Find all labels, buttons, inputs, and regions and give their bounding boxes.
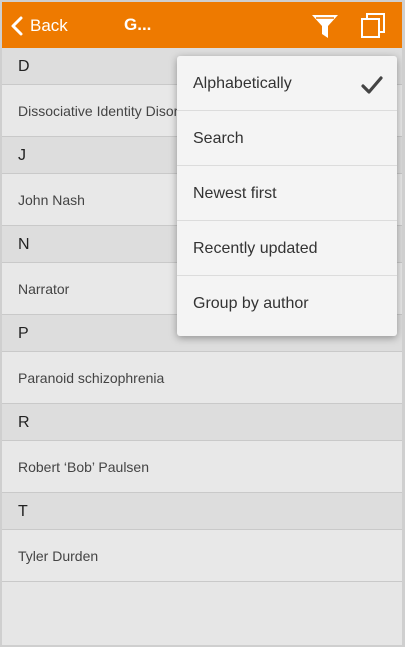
page-title: G... <box>124 15 152 34</box>
section-letter: J <box>18 147 26 164</box>
filter-button[interactable] <box>309 11 341 41</box>
menu-item-group-by-author[interactable]: Group by author <box>177 276 397 331</box>
section-header: T <box>2 493 402 530</box>
section-header: R <box>2 404 402 441</box>
section-letter: P <box>18 325 29 342</box>
menu-item-label: Recently updated <box>193 240 318 257</box>
sort-menu: Alphabetically Search Newest first Recen… <box>177 56 397 336</box>
list-item-label: Robert ‘Bob’ Paulsen <box>18 459 150 475</box>
top-bar: Back G... <box>2 2 402 48</box>
section-letter: N <box>18 236 30 253</box>
menu-item-label: Newest first <box>193 185 277 202</box>
chevron-left-icon <box>11 16 23 36</box>
back-label: Back <box>30 16 68 35</box>
menu-item-label: Search <box>193 130 244 147</box>
menu-item-label: Alphabetically <box>193 75 292 92</box>
menu-item-alphabetically[interactable]: Alphabetically <box>177 56 397 111</box>
menu-item-search[interactable]: Search <box>177 111 397 166</box>
list-item-label: Paranoid schizophrenia <box>18 370 165 386</box>
list-item-label: Tyler Durden <box>18 548 99 564</box>
menu-item-newest-first[interactable]: Newest first <box>177 166 397 221</box>
menu-item-recently-updated[interactable]: Recently updated <box>177 221 397 276</box>
list-item[interactable]: Robert ‘Bob’ Paulsen <box>2 441 402 493</box>
list-item-label: Dissociative Identity Disorder <box>18 103 199 119</box>
section-letter: T <box>18 503 28 520</box>
section-letter: D <box>18 58 30 75</box>
section-letter: R <box>18 414 30 431</box>
list-item-label: John Nash <box>18 192 85 208</box>
app-screen: Back G... D Dissociative Identity Disord… <box>2 2 402 645</box>
funnel-icon <box>312 15 338 38</box>
copy-button[interactable] <box>357 11 389 41</box>
checkmark-icon <box>361 76 383 94</box>
list-item[interactable]: Tyler Durden <box>2 530 402 582</box>
menu-item-label: Group by author <box>193 295 309 312</box>
list-item[interactable]: Paranoid schizophrenia <box>2 352 402 404</box>
list-item-label: Narrator <box>18 281 70 297</box>
back-button[interactable]: Back <box>10 14 68 38</box>
copy-icon <box>361 13 385 38</box>
